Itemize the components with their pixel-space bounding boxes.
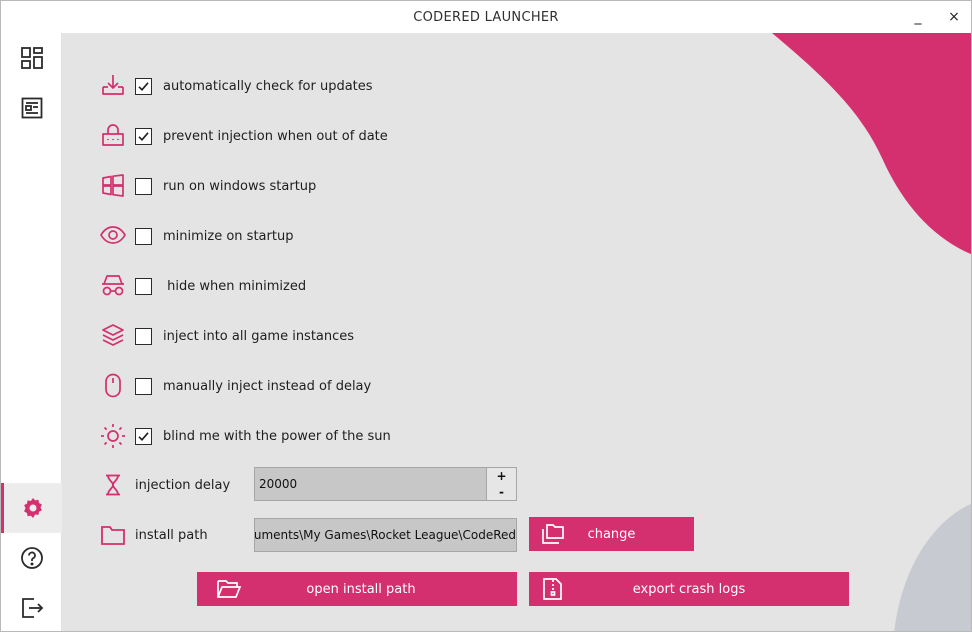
decrement-button[interactable]: -	[487, 484, 516, 500]
option-label: minimize on startup	[163, 228, 294, 244]
decorative-pink-blob	[772, 33, 971, 255]
change-button[interactable]: change	[529, 517, 694, 551]
open-install-path-button[interactable]: open install path	[197, 572, 517, 606]
option-label: blind me with the power of the sun	[163, 428, 391, 444]
incognito-icon	[100, 273, 126, 299]
change-button-label: change	[587, 526, 636, 542]
sidebar	[1, 33, 62, 631]
option-label: hide when minimized	[163, 278, 307, 294]
increment-button[interactable]: +	[487, 468, 516, 484]
decorative-gray-blob	[894, 503, 971, 631]
option-checkbox[interactable]	[135, 227, 152, 245]
sidebar-item-settings[interactable]	[1, 483, 62, 533]
option-row: blind me with the power of the sun	[100, 423, 391, 449]
install-path-input[interactable]: Documents\My Games\Rocket League\CodeRed	[254, 518, 517, 552]
option-checkbox[interactable]	[135, 77, 152, 95]
checkmark-icon	[138, 431, 149, 441]
option-row: inject into all game instances	[100, 323, 354, 349]
option-row: minimize on startup	[100, 223, 293, 249]
install-path-row: install path	[100, 518, 208, 552]
dashboard-icon	[20, 47, 43, 69]
sidebar-item-news[interactable]	[1, 83, 62, 133]
launcher-window: CODERED LAUNCHER _ × automatically check…	[0, 0, 972, 632]
option-checkbox[interactable]	[135, 277, 152, 295]
minimize-button[interactable]: _	[905, 5, 931, 29]
sidebar-item-help[interactable]	[1, 533, 62, 583]
injection-delay-row: injection delay	[100, 468, 230, 502]
download-icon	[100, 73, 126, 99]
folder-icon	[100, 522, 126, 548]
settings-panel: automatically check for updates prevent i…	[62, 33, 971, 631]
question-icon	[20, 547, 43, 569]
sidebar-item-dashboard[interactable]	[1, 33, 62, 83]
option-checkbox[interactable]	[135, 327, 152, 345]
install-path-label: install path	[135, 527, 208, 543]
checkmark-icon	[138, 81, 149, 91]
close-button[interactable]: ×	[941, 5, 967, 29]
hourglass-icon	[100, 472, 126, 498]
news-icon	[21, 97, 42, 119]
option-checkbox[interactable]	[135, 127, 152, 145]
open-folder-icon	[217, 580, 242, 598]
injection-delay-stepper: + -	[486, 467, 517, 501]
injection-delay-label: injection delay	[135, 477, 231, 493]
zip-file-icon	[543, 578, 562, 600]
checkmark-icon	[138, 131, 149, 141]
option-row: manually inject instead of delay	[100, 373, 371, 399]
option-row: automatically check for updates	[100, 73, 373, 99]
option-label: manually inject instead of delay	[163, 378, 372, 394]
option-row: run on windows startup	[100, 173, 316, 199]
sun-icon	[100, 423, 126, 449]
open-install-path-label: open install path	[306, 581, 416, 597]
option-label: run on windows startup	[163, 178, 317, 194]
option-row: prevent injection when out of date	[100, 123, 388, 149]
sidebar-item-exit[interactable]	[1, 583, 62, 631]
option-checkbox[interactable]	[135, 177, 152, 195]
window-title: CODERED LAUNCHER	[413, 10, 559, 25]
option-row: hide when minimized	[100, 273, 306, 299]
option-label: automatically check for updates	[163, 78, 373, 94]
option-label: inject into all game instances	[163, 328, 355, 344]
eye-icon	[100, 223, 126, 249]
export-crash-logs-label: export crash logs	[632, 581, 746, 597]
windows-icon	[100, 173, 126, 199]
injection-delay-input[interactable]: 20000	[254, 467, 487, 501]
mouse-icon	[100, 373, 126, 399]
title-bar: CODERED LAUNCHER _ ×	[1, 1, 971, 33]
option-label: prevent injection when out of date	[163, 128, 388, 144]
option-checkbox[interactable]	[135, 377, 152, 395]
option-checkbox[interactable]	[135, 427, 152, 445]
gear-icon	[24, 498, 42, 518]
lock-icon	[100, 123, 126, 149]
exit-icon	[21, 598, 43, 618]
layers-icon	[100, 323, 126, 349]
copy-folder-icon	[542, 524, 564, 544]
export-crash-logs-button[interactable]: export crash logs	[529, 572, 849, 606]
